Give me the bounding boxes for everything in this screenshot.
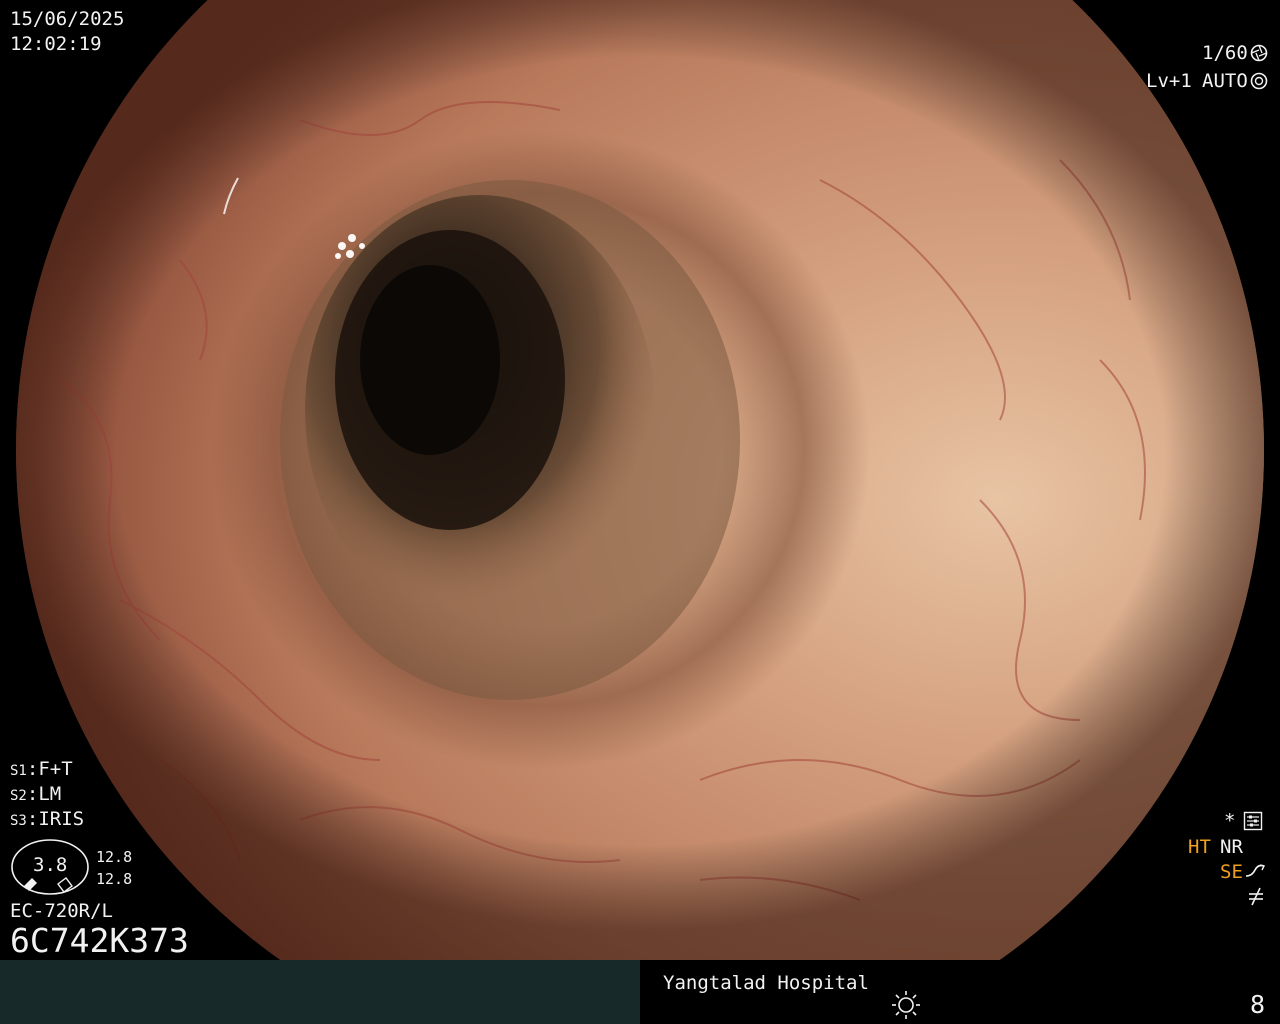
gauge-readout-top: 12.8 <box>96 848 133 866</box>
switch-2-label: S2:LM <box>10 783 62 805</box>
ht-indicator: HT <box>1188 836 1211 858</box>
footer-left-panel <box>0 960 640 1024</box>
switch-1-value: F+T <box>38 758 73 780</box>
scope-model: EC-720R/L <box>10 900 113 922</box>
not-equal-icon <box>1249 887 1263 906</box>
endoscopic-image <box>0 0 1280 960</box>
switch-2-prefix: S2 <box>10 788 27 804</box>
brightness-icon <box>892 991 920 1019</box>
gauge-readout-bottom: 12.8 <box>96 870 133 888</box>
hospital-name: Yangtalad Hospital <box>663 972 869 994</box>
asterisk-icon: * <box>1224 810 1236 832</box>
switch-3-label: S3:IRIS <box>10 808 85 830</box>
shutter-value: 1/60 <box>1202 42 1248 64</box>
curve-enhance-icon <box>1245 864 1266 877</box>
shutter-readout: 1/60 <box>1202 44 1248 63</box>
exposure-mode: AUTO <box>1202 70 1248 92</box>
endoscopy-monitor: 15/06/2025 12:02:19 1/60 Lv+1 AUTO S1:F+… <box>0 0 1280 1024</box>
se-indicator: SE <box>1220 861 1243 883</box>
nr-indicator: NR <box>1220 836 1243 858</box>
aperture-icon <box>1250 44 1268 62</box>
switch-3-prefix: S3 <box>10 813 27 829</box>
switch-2-value: LM <box>38 783 62 805</box>
settings-list-icon <box>1243 811 1263 831</box>
switch-1-prefix: S1 <box>10 763 27 779</box>
date-readout: 15/06/2025 <box>10 8 125 30</box>
switch-1-label: S1:F+T <box>10 758 73 780</box>
scope-serial: 6C742K373 <box>10 921 189 960</box>
gauge-value: 3.8 <box>33 854 68 876</box>
switch-3-value: IRIS <box>38 808 85 830</box>
page-number: 8 <box>1250 990 1266 1019</box>
time-readout: 12:02:19 <box>10 33 102 55</box>
exposure-level: Lv+1 <box>1146 70 1192 92</box>
iris-icon <box>1250 72 1268 90</box>
